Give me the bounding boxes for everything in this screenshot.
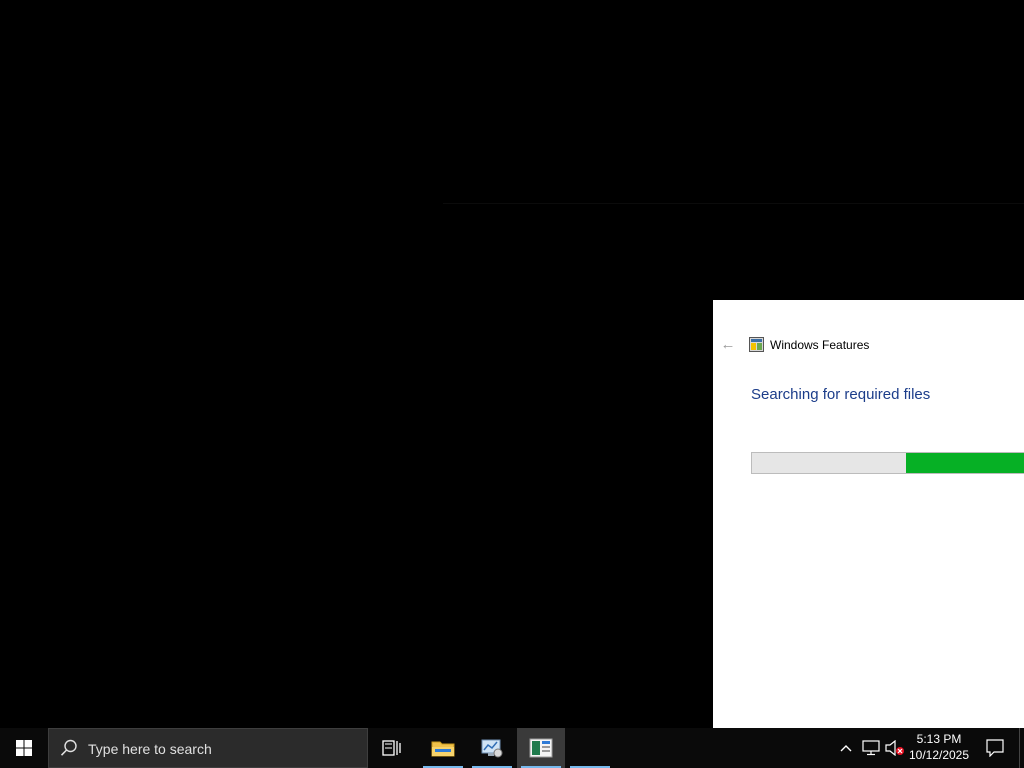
show-hidden-icons-button[interactable]: [836, 728, 856, 768]
chevron-up-icon: [840, 745, 852, 752]
network-icon: [862, 740, 880, 756]
show-desktop-button[interactable]: [1019, 728, 1024, 768]
control-panel-icon: [481, 739, 503, 758]
progress-bar: [751, 452, 1024, 474]
dialog-title: Windows Features: [770, 338, 870, 352]
search-box[interactable]: Type here to search: [48, 728, 368, 768]
clock-date: 10/12/2025: [908, 748, 970, 762]
taskbar-running-app-button[interactable]: [566, 728, 614, 768]
progress-bar-fill: [906, 453, 1024, 473]
start-button[interactable]: [0, 728, 48, 768]
back-arrow-icon[interactable]: ←: [719, 336, 737, 354]
windows-features-dialog: ← Windows Features Searching for require…: [713, 300, 1024, 728]
taskbar: Type here to search 5:13 PM 10/12/2025: [0, 728, 1024, 768]
action-center-icon: [986, 739, 1004, 757]
folder-icon: [431, 741, 455, 757]
desktop-divider: [443, 203, 1024, 204]
clock-time: 5:13 PM: [916, 732, 962, 746]
windows-features-taskbar-button[interactable]: [517, 728, 565, 768]
status-heading: Searching for required files: [751, 386, 931, 403]
windows-features-icon: [749, 337, 764, 352]
search-placeholder: Type here to search: [88, 741, 212, 757]
file-explorer-button[interactable]: [419, 728, 467, 768]
desktop: ← Windows Features Searching for require…: [0, 0, 1024, 728]
windows-logo-icon: [16, 740, 32, 756]
volume-button[interactable]: [884, 728, 906, 768]
action-center-button[interactable]: [975, 728, 1015, 768]
clock[interactable]: 5:13 PM 10/12/2025: [904, 731, 974, 765]
task-view-icon: [382, 740, 401, 756]
windows-features-icon: [529, 738, 553, 758]
search-icon: [60, 739, 77, 756]
task-view-button[interactable]: [368, 728, 416, 768]
control-panel-button[interactable]: [468, 728, 516, 768]
dialog-header: ← Windows Features: [713, 332, 1024, 360]
network-button[interactable]: [860, 728, 882, 768]
volume-muted-icon: [885, 740, 904, 756]
